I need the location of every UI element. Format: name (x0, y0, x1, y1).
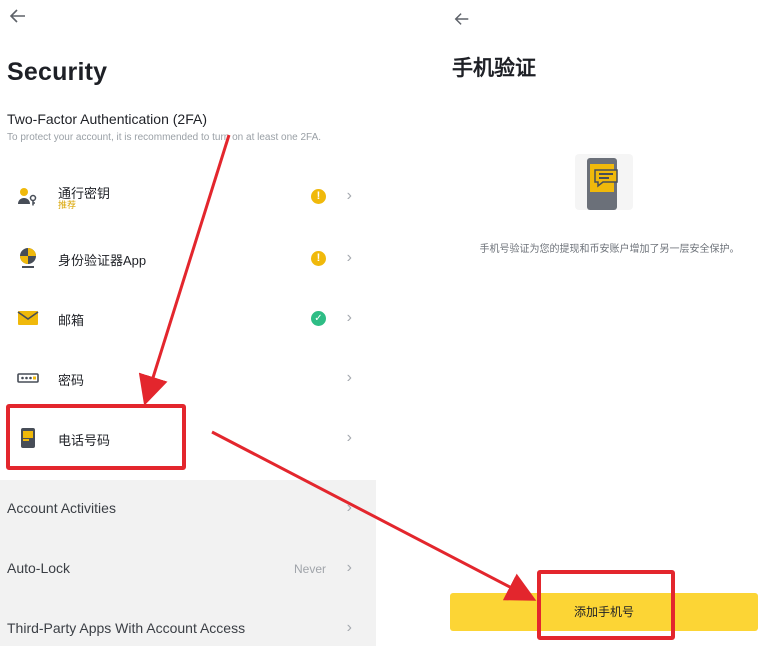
chevron-right-icon: › (346, 369, 352, 386)
list-item-passkey[interactable]: 通行密钥 推荐 ! › (0, 166, 376, 226)
chevron-right-icon: › (346, 429, 352, 446)
warning-icon: ! (311, 251, 326, 266)
list-item-auto-lock[interactable]: Auto-Lock Never › (0, 540, 376, 600)
phone-verification-panel: 手机验证 手机号验证为您的提现和币安账户增加了另一层安全保护。 添加手机号 (445, 0, 770, 646)
phone-verification-icon (573, 150, 635, 220)
page-title: 手机验证 (452, 57, 536, 80)
recommended-badge: 推荐 (58, 200, 77, 210)
passkey-icon (14, 182, 42, 210)
section-title-2fa: Two-Factor Authentication (2FA) (7, 111, 207, 127)
check-circle-icon: ✓ (311, 311, 326, 326)
list-item-third-party-apps[interactable]: Third-Party Apps With Account Access › (0, 600, 376, 646)
password-icon (14, 364, 42, 392)
settings-list: Account Activities › Auto-Lock Never › T… (0, 480, 376, 646)
chevron-right-icon: › (346, 559, 352, 576)
mail-icon (14, 304, 42, 332)
list-item-password[interactable]: 密码 › (0, 348, 376, 408)
list-item-email[interactable]: 邮箱 ✓ › (0, 288, 376, 348)
phone-icon (14, 424, 42, 452)
warning-icon: ! (311, 189, 326, 204)
authenticator-icon (14, 244, 42, 272)
chevron-right-icon: › (346, 619, 352, 636)
list-item-account-activities[interactable]: Account Activities › (0, 480, 376, 540)
item-label: Third-Party Apps With Account Access (7, 620, 246, 636)
add-phone-button[interactable]: 添加手机号 (450, 593, 758, 631)
security-panel: Security Two-Factor Authentication (2FA)… (0, 0, 376, 646)
list-item-phone[interactable]: 电话号码 › (0, 408, 376, 468)
list-item-authenticator[interactable]: 身份验证器App ! › (0, 228, 376, 288)
item-label: 密码 (58, 373, 85, 388)
back-arrow-icon[interactable] (453, 10, 471, 33)
item-label: 邮箱 (58, 313, 85, 328)
section-subtitle: To protect your account, it is recommend… (7, 132, 322, 143)
description-text: 手机号验证为您的提现和币安账户增加了另一层安全保护。 (479, 244, 740, 255)
item-label: Auto-Lock (7, 560, 71, 576)
item-label: 身份验证器App (58, 253, 147, 268)
chevron-right-icon: › (346, 499, 352, 516)
chevron-right-icon: › (346, 309, 352, 326)
item-label: Account Activities (7, 500, 116, 516)
auto-lock-value: Never (293, 562, 326, 576)
chevron-right-icon: › (346, 249, 352, 266)
chevron-right-icon: › (346, 187, 352, 204)
page-title: Security (7, 58, 108, 86)
back-arrow-icon[interactable] (8, 6, 30, 28)
item-label: 电话号码 (58, 433, 111, 448)
